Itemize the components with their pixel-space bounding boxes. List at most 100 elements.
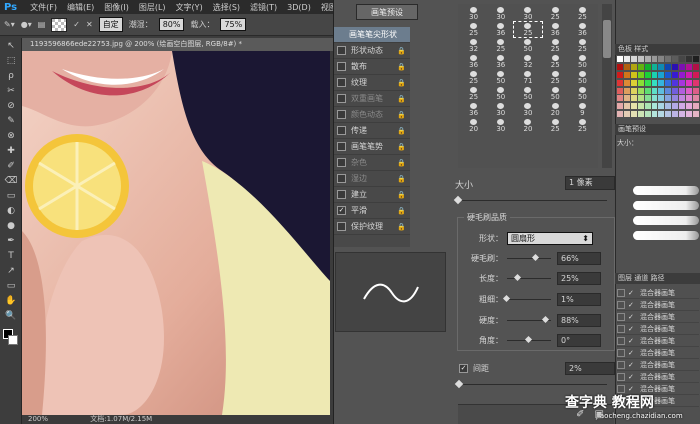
color-swatch[interactable] xyxy=(672,56,679,62)
color-swatch[interactable] xyxy=(679,95,686,102)
document-tab[interactable]: 1193596866ede22753.jpg @ 200% (绘画空白图层, R… xyxy=(22,38,334,51)
brush-tip-cell[interactable]: 20 xyxy=(460,118,487,133)
color-swatch[interactable] xyxy=(693,111,699,118)
color-swatch[interactable] xyxy=(693,71,699,78)
color-swatch[interactable] xyxy=(623,71,630,78)
lock-icon[interactable]: 🔒 xyxy=(397,47,406,55)
brush-tip-cell[interactable]: 36 xyxy=(487,54,514,69)
layer-row[interactable]: ✓ 混合器画笔 xyxy=(617,299,699,311)
brush-tip-cell[interactable]: 25 xyxy=(460,86,487,101)
color-swatch[interactable] xyxy=(644,103,651,110)
brush-tip-cell[interactable]: 50 xyxy=(514,86,541,101)
wet-field[interactable]: 80% xyxy=(158,18,185,31)
blend-preset-select[interactable]: 自定 xyxy=(98,17,123,32)
brush-tip-cell[interactable]: 36 xyxy=(542,22,569,37)
color-swatch[interactable] xyxy=(665,103,672,110)
checkbox[interactable] xyxy=(337,46,346,55)
param-slider-handle[interactable] xyxy=(524,335,533,343)
color-swatch[interactable] xyxy=(686,95,693,102)
color-swatch[interactable] xyxy=(693,79,699,86)
color-swatch[interactable] xyxy=(651,63,658,70)
color-swatch[interactable] xyxy=(637,56,644,62)
brush-tip-cell[interactable]: 50 xyxy=(487,86,514,101)
category-shape-dynamics[interactable]: 形状动态 🔒 xyxy=(334,43,410,59)
brush-tip-cell[interactable]: 36 xyxy=(487,22,514,37)
crop-tool-icon[interactable]: ✂ xyxy=(3,85,19,98)
spacing-slider[interactable] xyxy=(457,384,607,385)
preset-stroke[interactable] xyxy=(633,231,699,240)
color-swatch[interactable] xyxy=(693,56,699,62)
menu-item-filter[interactable]: 滤镜(T) xyxy=(245,2,282,13)
brush-tip-cell[interactable]: 50 xyxy=(569,86,596,101)
lock-icon[interactable]: 🔒 xyxy=(397,223,406,231)
color-swatch[interactable] xyxy=(651,111,658,118)
layer-row[interactable]: ✓ 混合器画笔 xyxy=(617,359,699,371)
color-swatch[interactable] xyxy=(630,103,637,110)
color-swatch[interactable] xyxy=(672,71,679,78)
color-swatch[interactable] xyxy=(637,71,644,78)
shape-tool-icon[interactable]: ▭ xyxy=(3,280,19,293)
color-swatch[interactable] xyxy=(693,95,699,102)
brush-tip-cell[interactable]: 20 xyxy=(542,102,569,117)
brush-tip-cell[interactable]: 30 xyxy=(514,102,541,117)
color-swatch[interactable] xyxy=(672,111,679,118)
menu-item-layer[interactable]: 图层(L) xyxy=(134,2,171,13)
color-swatch[interactable] xyxy=(665,79,672,86)
size-slider[interactable] xyxy=(457,200,607,201)
brush-tip-cell[interactable]: 25 xyxy=(460,70,487,85)
layer-visibility-icon[interactable] xyxy=(617,300,625,309)
menu-item-file[interactable]: 文件(F) xyxy=(25,2,62,13)
brush-tip-cell[interactable]: 30 xyxy=(487,118,514,133)
clean-brush-icon[interactable]: ✕ xyxy=(86,20,93,29)
brush-tip-cell[interactable]: 71 xyxy=(514,70,541,85)
color-swatch[interactable] xyxy=(658,87,665,94)
category-transfer[interactable]: 传递 🔒 xyxy=(334,123,410,139)
brush-tool-icon[interactable]: ✎▾ xyxy=(4,20,15,29)
brush-tip-cell[interactable]: 25 xyxy=(569,6,596,21)
type-tool-icon[interactable]: T xyxy=(3,250,19,263)
brush-grid-scroll-thumb[interactable] xyxy=(603,20,611,58)
checkbox-checked[interactable]: ✓ xyxy=(337,206,346,215)
spacing-field[interactable]: 2% xyxy=(565,362,615,375)
color-swatch[interactable] xyxy=(623,87,630,94)
eraser-tool-icon[interactable]: ⌫ xyxy=(3,175,19,188)
color-swatch[interactable] xyxy=(644,79,651,86)
lock-icon[interactable]: 🔒 xyxy=(397,79,406,87)
layers-tabs[interactable]: 图层 通道 路径 xyxy=(615,273,700,284)
param-value[interactable]: 1% xyxy=(557,292,601,306)
color-swatch[interactable] xyxy=(617,95,623,102)
menu-item-3d[interactable]: 3D(D) xyxy=(282,3,316,12)
color-swatch[interactable] xyxy=(679,63,686,70)
param-slider-handle[interactable] xyxy=(513,273,522,281)
color-swatch[interactable] xyxy=(637,63,644,70)
brush-panel-toggle-icon[interactable]: ▤ xyxy=(38,20,46,29)
brush-tip-cell[interactable]: 50 xyxy=(569,70,596,85)
checkbox[interactable] xyxy=(337,110,346,119)
marquee-tool-icon[interactable]: ⬚ xyxy=(3,55,19,68)
lock-icon[interactable]: 🔒 xyxy=(397,143,406,151)
brush-tip-cell[interactable]: 50 xyxy=(514,38,541,53)
param-slider-handle[interactable] xyxy=(531,253,540,261)
doc-info[interactable]: 文档:1.07M/2.15M xyxy=(90,415,152,423)
color-swatch[interactable] xyxy=(617,111,623,118)
color-swatch[interactable] xyxy=(651,71,658,78)
checkbox[interactable] xyxy=(337,142,346,151)
layer-visibility-icon[interactable] xyxy=(617,348,625,357)
param-slider[interactable] xyxy=(503,294,551,302)
brush-presets-tab[interactable]: 画笔预设 xyxy=(615,124,700,135)
layer-row[interactable]: ✓ 混合器画笔 xyxy=(617,347,699,359)
brush-picker-icon[interactable]: ●▾ xyxy=(21,20,32,29)
lock-icon[interactable]: 🔒 xyxy=(397,111,406,119)
color-swatch[interactable] xyxy=(658,79,665,86)
color-swatch[interactable] xyxy=(617,87,623,94)
color-swatch[interactable] xyxy=(665,87,672,94)
brush-tip-cell[interactable]: 30 xyxy=(514,6,541,21)
param-value[interactable]: 88% xyxy=(557,313,601,327)
hand-tool-icon[interactable]: ✋ xyxy=(3,295,19,308)
category-protect-texture[interactable]: 保护纹理 🔒 xyxy=(334,219,410,235)
color-swatch[interactable] xyxy=(651,56,658,62)
color-swatch[interactable] xyxy=(644,111,651,118)
preset-stroke[interactable] xyxy=(633,216,699,225)
lock-icon[interactable]: 🔒 xyxy=(397,175,406,183)
category-smoothing[interactable]: ✓ 平滑 🔒 xyxy=(334,203,410,219)
